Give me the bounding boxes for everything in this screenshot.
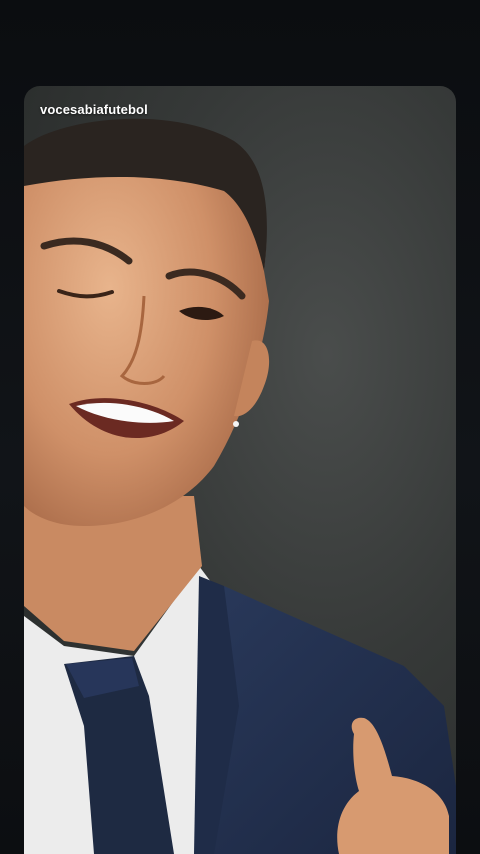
story-viewer: vocesabiafutebol	[0, 0, 480, 854]
post-media-card[interactable]: vocesabiafutebol	[24, 86, 456, 854]
earring	[233, 421, 239, 427]
post-photo	[24, 118, 456, 854]
post-username[interactable]: vocesabiafutebol	[40, 102, 148, 117]
